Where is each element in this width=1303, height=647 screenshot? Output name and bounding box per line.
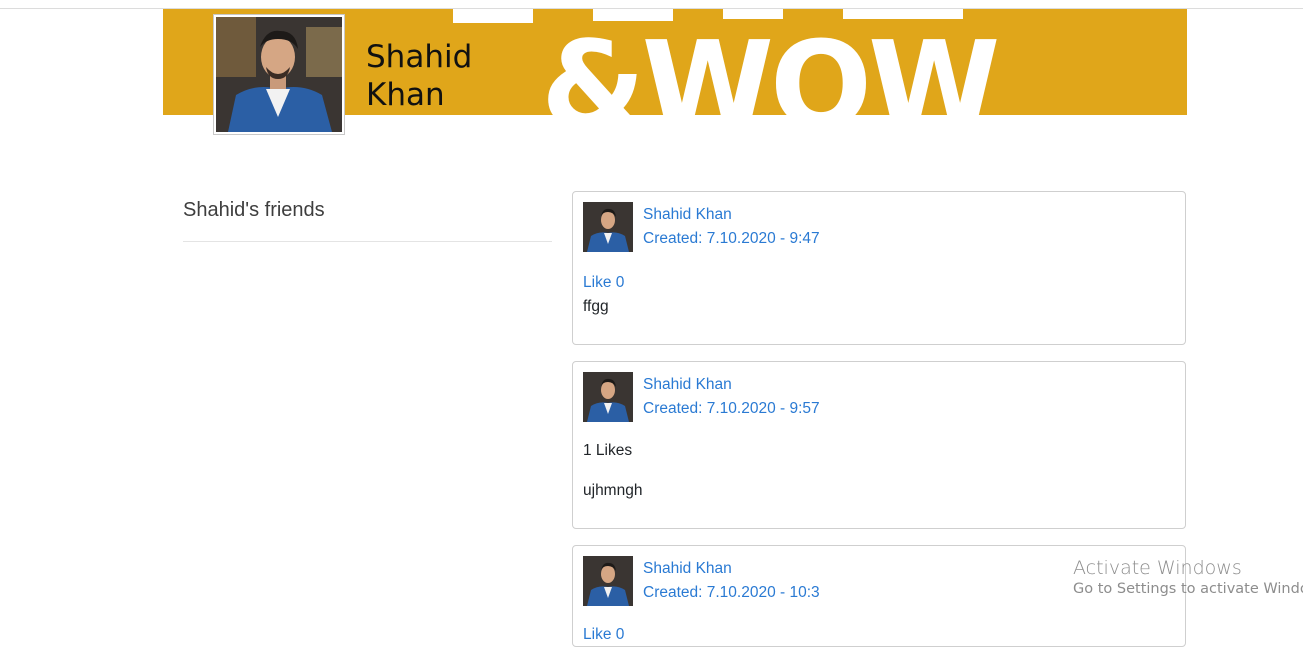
post-created-link[interactable]: Created: 7.10.2020 - 9:57: [643, 400, 820, 418]
post-author-avatar[interactable]: [583, 372, 633, 422]
post-content: ujhmngh: [583, 482, 643, 499]
post-author-link[interactable]: Shahid Khan: [643, 560, 732, 578]
post-created-link[interactable]: Created: 7.10.2020 - 9:47: [643, 230, 820, 248]
likes-count: 1 Likes: [583, 442, 633, 459]
profile-name: Shahid Khan: [366, 39, 473, 113]
post-author-avatar[interactable]: [583, 556, 633, 606]
avatar-thumb-image: [583, 372, 633, 422]
like-button[interactable]: Like 0: [583, 274, 624, 292]
cover-text: &WOW: [541, 17, 997, 115]
profile-avatar[interactable]: [214, 15, 344, 134]
avatar-thumb-image: [583, 556, 633, 606]
post-card: Shahid Khan Created: 7.10.2020 - 9:57 1 …: [572, 361, 1186, 529]
watermark-title: Activate Windows: [1073, 557, 1242, 579]
avatar-portrait-image: [216, 17, 342, 132]
friends-divider: [183, 241, 552, 242]
like-button[interactable]: Like 0: [583, 626, 624, 644]
post-created-link[interactable]: Created: 7.10.2020 - 10:3: [643, 584, 820, 602]
post-content: ffgg: [583, 298, 609, 315]
post-author-link[interactable]: Shahid Khan: [643, 206, 732, 224]
post-author-link[interactable]: Shahid Khan: [643, 376, 732, 394]
friends-heading: Shahid's friends: [183, 199, 325, 221]
post-author-avatar[interactable]: [583, 202, 633, 252]
watermark-subtitle: Go to Settings to activate Windows.: [1073, 581, 1303, 597]
activate-windows-watermark: Activate Windows Go to Settings to activ…: [1073, 557, 1303, 597]
post-card: Shahid Khan Created: 7.10.2020 - 9:47 Li…: [572, 191, 1186, 345]
avatar-thumb-image: [583, 202, 633, 252]
